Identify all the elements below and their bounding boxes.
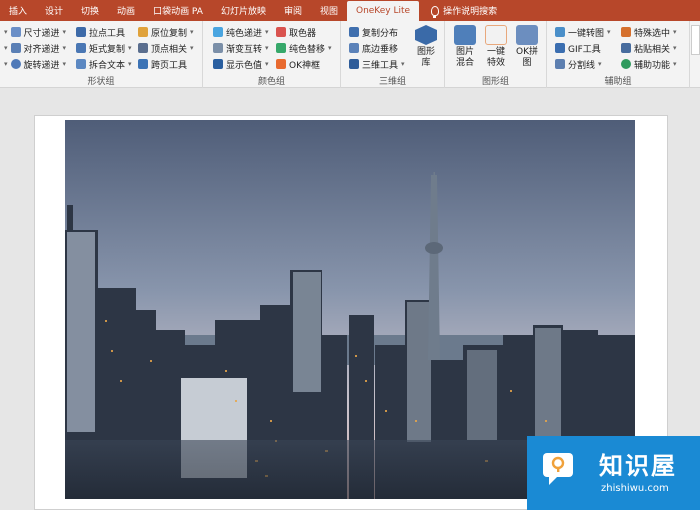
ribbon-tab-bar: 插入 设计 切换 动画 口袋动画 PA 幻灯片放映 审阅 视图 OneKey L… [0,0,700,21]
size-step-icon [10,27,21,37]
matrix-copy-icon [76,43,86,53]
bottom-shift-button[interactable]: 底边垂移 [349,40,398,56]
color-group: 纯色递进 ▾ 渐变互转 ▾ 显示色值 ▾ 取色器 纯色替移 ▾ OK神框 颜色组 [203,21,341,88]
ribbon-overflow[interactable] [691,25,700,55]
gif-icon [555,43,565,53]
image-blend-button[interactable]: 图片混合 [451,25,479,69]
lightbulb-icon [431,5,440,18]
3d-tools-button[interactable]: 三维工具 ▾ [349,56,405,72]
solid-replace-icon [276,43,286,53]
vertex-button[interactable]: 顶点相关 ▾ [138,40,194,56]
one-click-effect-button[interactable]: 一键特效 [482,25,510,69]
align-step-icon [10,43,21,53]
ok-collage-button[interactable]: OK拼图 [513,25,541,69]
convert-to-image-button[interactable]: 一键转图 ▾ [555,24,611,40]
eyedropper-icon [276,27,286,37]
in-place-copy-icon [138,27,148,37]
cross-page-icon [138,59,148,69]
rotate-step-icon [10,59,21,69]
aux-function-icon [621,59,631,69]
special-select-button[interactable]: 特殊选中 ▾ [621,24,677,40]
copy-distribute-icon [349,27,359,37]
tell-me-label: 操作说明搜索 [443,7,498,17]
vertex-icon [138,43,148,53]
pull-point-button[interactable]: 拉点工具 [76,24,125,40]
ok-frame-button[interactable]: OK神框 [276,56,320,72]
cube-icon [349,59,359,69]
show-color-value-button[interactable]: 显示色值 ▾ [213,56,269,72]
divider-icon [555,59,565,69]
paste-icon [621,43,631,53]
tab-view[interactable]: 视图 [311,0,347,21]
image-group: 图片混合 一键特效 OK拼图 图形组 [445,21,547,88]
divider-line-button[interactable]: 分割线 ▾ [555,56,602,72]
zhishiwu-logo-icon [543,453,573,485]
tab-slideshow[interactable]: 幻灯片放映 [212,0,275,21]
special-select-icon [621,27,631,37]
tab-animations[interactable]: 动画 [108,0,144,21]
cross-page-button[interactable]: 跨页工具 [138,56,187,72]
tab-review[interactable]: 审阅 [275,0,311,21]
copy-distribute-button[interactable]: 复制分布 [349,24,398,40]
watermark-banner: 知识屋 zhishiwu.com [527,436,700,510]
effect-icon [485,25,507,45]
watermark-title: 知识屋 [599,452,677,480]
tab-insert[interactable]: 插入 [0,0,36,21]
solid-step-icon [213,27,223,37]
split-text-icon [76,59,86,69]
split-text-button[interactable]: 拆合文本 ▾ [76,56,132,72]
shape-group-label: 形状组 [87,77,115,87]
image-blend-icon [454,25,476,45]
size-step-button[interactable]: ▾ 尺寸递进 ▾ [4,24,66,40]
rotate-step-button[interactable]: ▾ 旋转递进 ▾ [4,56,66,72]
solid-replace-button[interactable]: 纯色替移 ▾ [276,40,332,56]
bottom-shift-icon [349,43,359,53]
gif-tool-button[interactable]: GIF工具 [555,40,601,56]
convert-image-icon [555,27,565,37]
solid-step-button[interactable]: 纯色递进 ▾ [213,24,269,40]
aux-group: 一键转图 ▾ GIF工具 分割线 ▾ 特殊选中 ▾ 粘贴相关 ▾ 辅助功能 ▾ 辅助组 [547,21,690,88]
ribbon: ▾ 尺寸递进 ▾ ▾ 对齐递进 ▾ ▾ 旋转递进 ▾ 拉点工具 矩式复制 ▾ 拆合文本 ▾… [0,21,700,88]
color-value-icon [213,59,223,69]
color-group-label: 颜色组 [257,77,285,87]
watermark-url: zhishiwu.com [601,483,669,494]
paste-related-button[interactable]: 粘贴相关 ▾ [621,40,677,56]
matrix-copy-button[interactable]: 矩式复制 ▾ [76,40,132,56]
tab-onekey-lite[interactable]: OneKey Lite [346,1,420,21]
pull-point-icon [76,27,86,37]
color-picker-button[interactable]: 取色器 [276,24,316,40]
tab-transitions[interactable]: 切换 [72,0,108,21]
gradient-swap-icon [213,43,223,53]
shape-library-button[interactable]: 图形库 [413,25,439,69]
in-place-copy-button[interactable]: 原位复制 ▾ [138,24,194,40]
gradient-swap-button[interactable]: 渐变互转 ▾ [213,40,269,56]
aux-function-button[interactable]: 辅助功能 ▾ [621,56,677,72]
aux-group-label: 辅助组 [604,77,632,87]
tab-design[interactable]: 设计 [36,0,72,21]
ok-frame-icon [276,59,286,69]
3d-group-label: 三维组 [378,77,406,87]
hexagon-icon [415,25,437,45]
shape-group: ▾ 尺寸递进 ▾ ▾ 对齐递进 ▾ ▾ 旋转递进 ▾ 拉点工具 矩式复制 ▾ 拆合文本 ▾… [0,21,203,88]
align-step-button[interactable]: ▾ 对齐递进 ▾ [4,40,66,56]
image-group-label: 图形组 [481,77,509,87]
tab-pocket-animation[interactable]: 口袋动画 PA [144,0,212,21]
tell-me-search[interactable]: 操作说明搜索 [419,0,506,21]
collage-icon [516,25,538,45]
3d-group: 复制分布 底边垂移 三维工具 ▾ 图形库 三维组 [341,21,445,88]
